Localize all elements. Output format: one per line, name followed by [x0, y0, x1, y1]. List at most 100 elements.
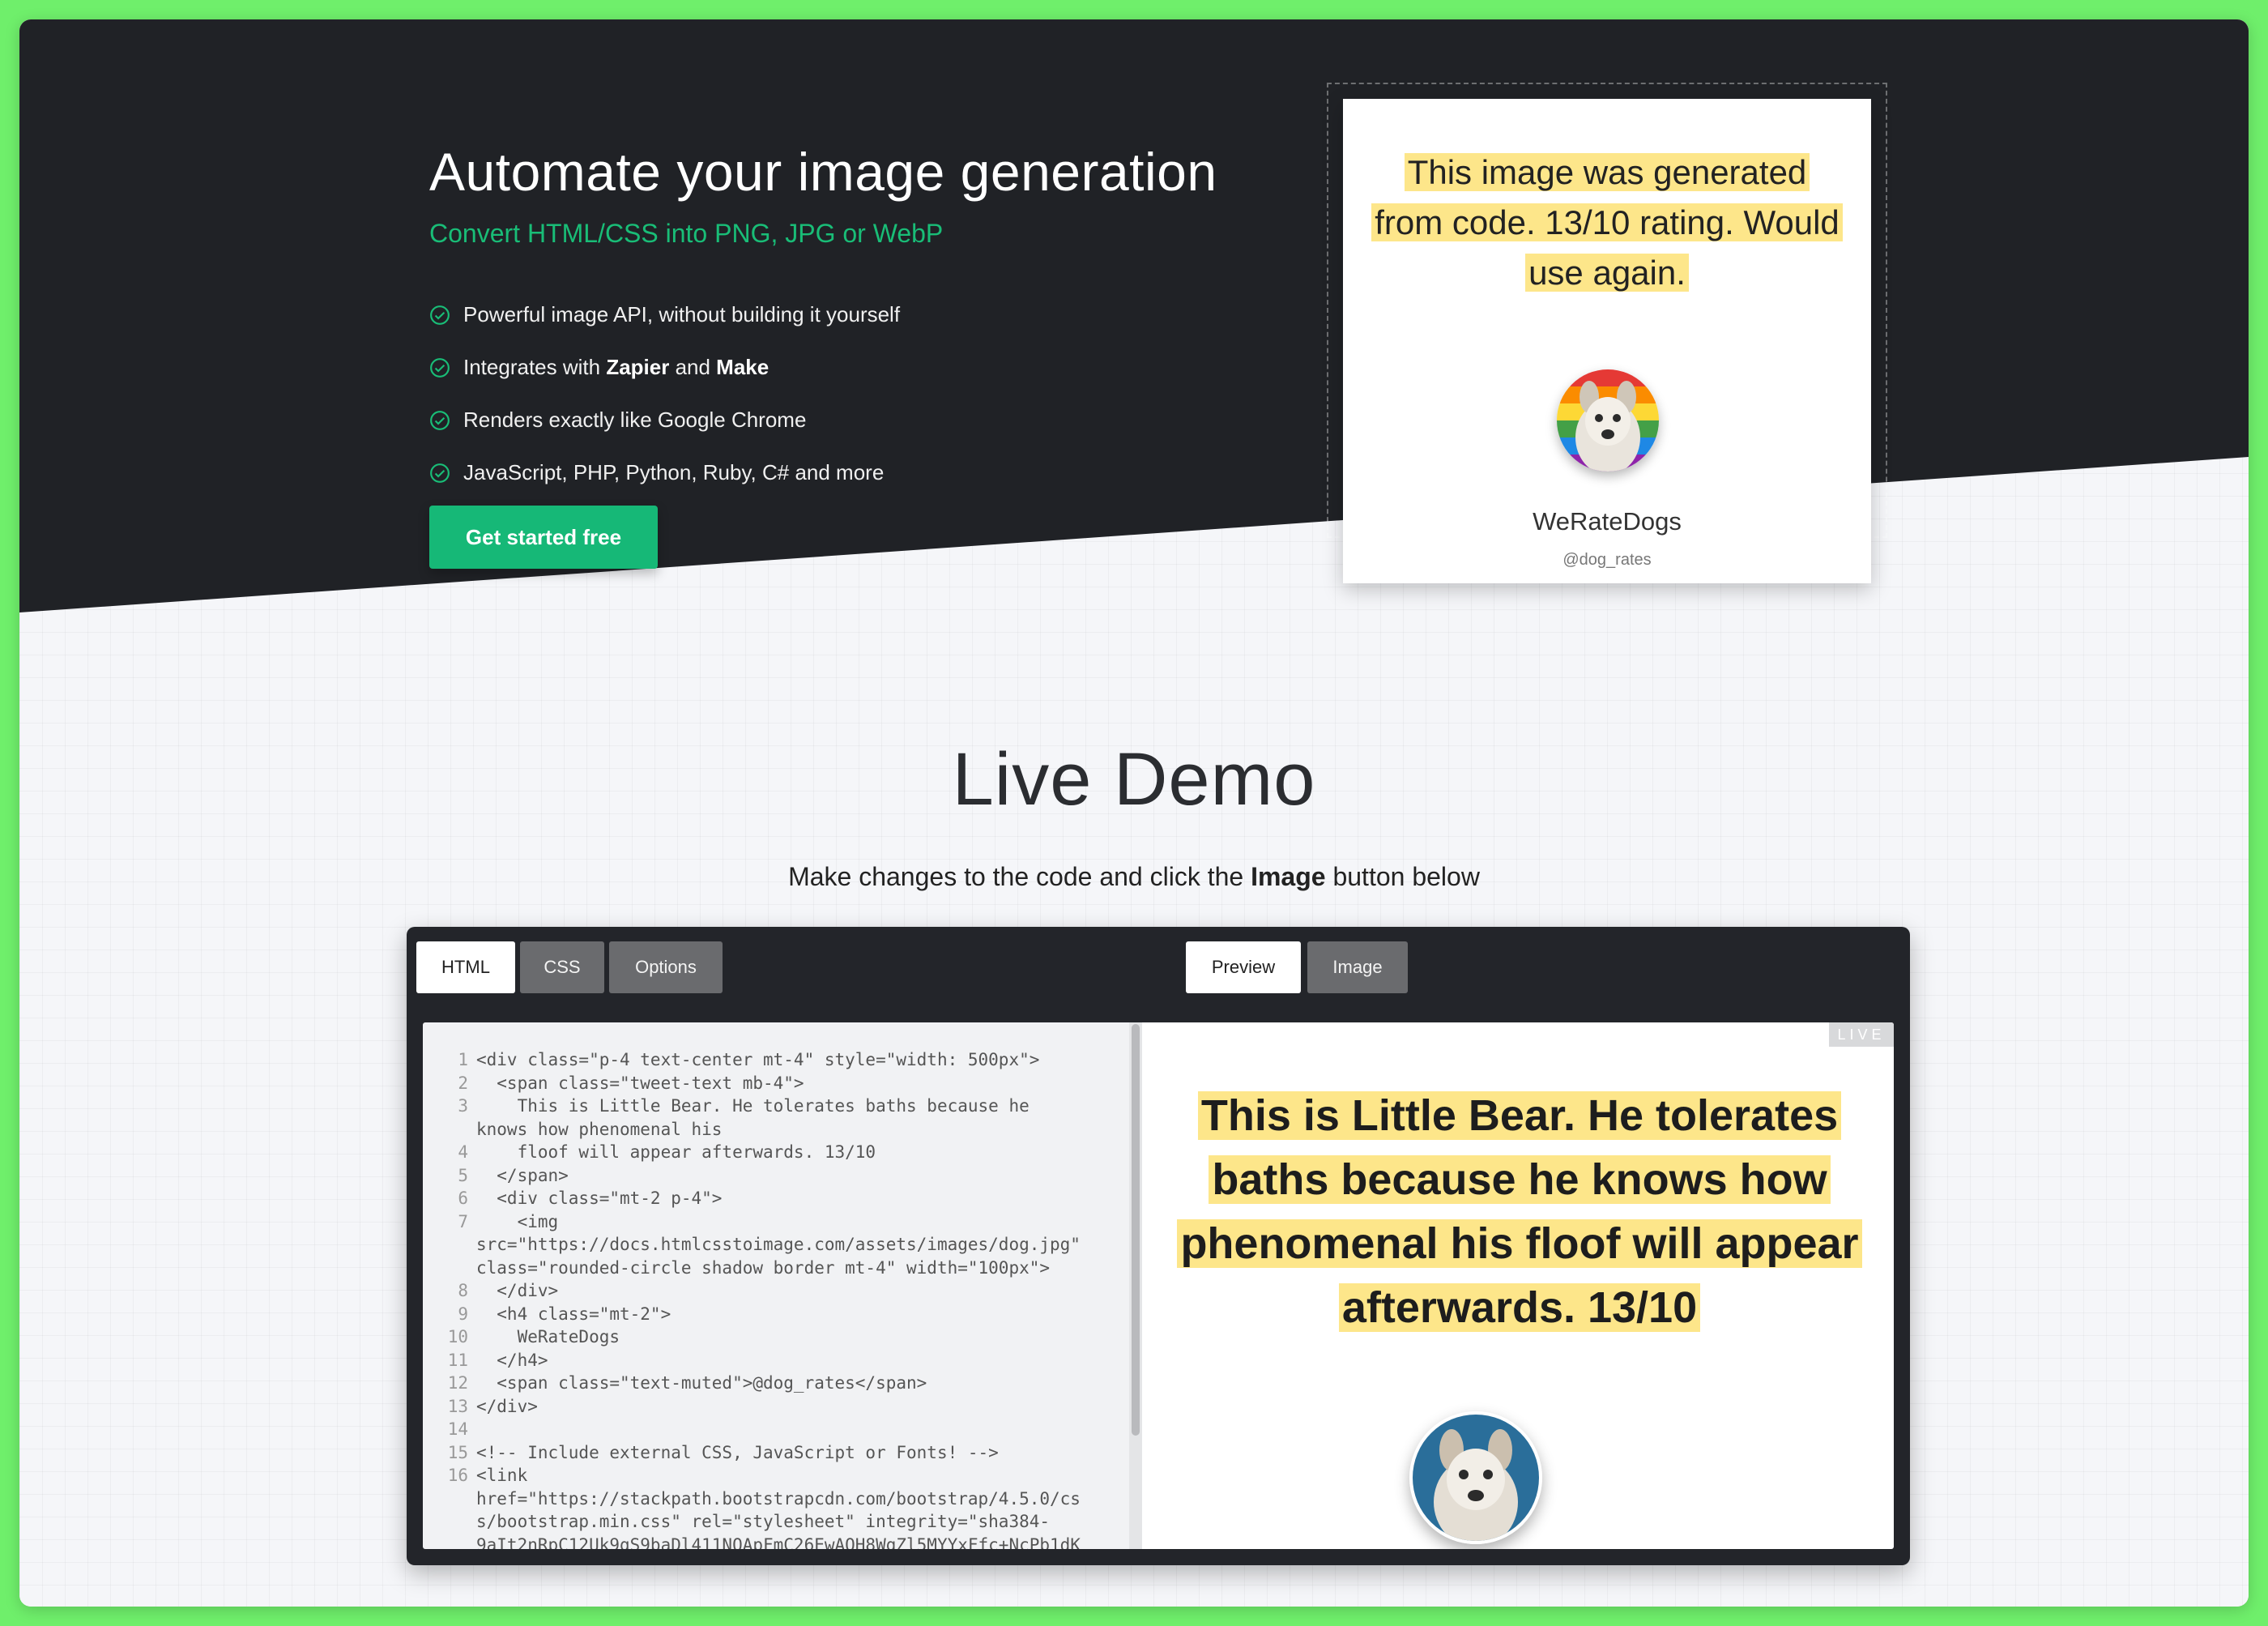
code-text: floof will appear afterwards. 13/10 [476, 1142, 876, 1162]
sample-quote: This image was generated from code. 13/1… [1367, 147, 1847, 298]
code-text: class="rounded-circle shadow border mt-4… [476, 1257, 1051, 1278]
code-text: <div class="mt-2 p-4"> [476, 1189, 723, 1208]
feature-text: Powerful image API, without building it … [463, 302, 901, 326]
preview-quote: This is Little Bear. He tolerates baths … [1174, 1084, 1865, 1340]
feature-text: Renders exactly like Google Chrome [463, 408, 807, 432]
line-number [423, 1118, 476, 1142]
code-line: knows how phenomenal his [423, 1118, 1145, 1142]
code-line: 1 <div class="p-4 text-center mt-4" style… [423, 1048, 1145, 1072]
code-line: 12 <span class="text-muted">@dog_rates</… [423, 1372, 1145, 1395]
code-text: This is Little Bear. He tolerates baths … [476, 1096, 1030, 1116]
code-line: 14 [423, 1418, 1145, 1441]
image-button[interactable]: Image [1307, 941, 1408, 993]
feature-item: Integrates with Zapier and Make [429, 341, 900, 394]
tab-css[interactable]: CSS [520, 941, 604, 993]
scrollbar-thumb[interactable] [1132, 1024, 1140, 1436]
dog-avatar [1409, 1411, 1542, 1544]
tab-preview[interactable]: Preview [1186, 941, 1301, 993]
code-line: 9aIt2nRpC12Uk9gS9baDl411NQApFmC26EwAOH8W… [423, 1534, 1145, 1550]
code-line: 7 <img [423, 1210, 1145, 1234]
line-number: 2 [458, 1073, 468, 1093]
zapier-label: Zapier [606, 355, 670, 379]
code-text: </h4> [476, 1350, 548, 1370]
code-text: knows how phenomenal his [476, 1119, 723, 1139]
code-line: 15 <!-- Include external CSS, JavaScript … [423, 1441, 1145, 1465]
check-circle-icon [430, 357, 450, 378]
code-text: WeRateDogs [476, 1327, 620, 1346]
live-preview: LIVE This is Little Bear. He tolerates b… [1142, 1022, 1894, 1549]
code-text: href="https://stackpath.bootstrapcdn.com… [476, 1488, 1081, 1509]
code-text: <!-- Include external CSS, JavaScript or… [476, 1442, 999, 1462]
code-text: <link [476, 1466, 528, 1485]
check-circle-icon [430, 410, 450, 430]
hero-subtitle: Convert HTML/CSS into PNG, JPG or WebP [429, 219, 944, 248]
code-line: 2 <span class="tweet-text mb-4"> [423, 1072, 1145, 1095]
line-number: 14 [447, 1419, 468, 1439]
line-number: 16 [447, 1466, 468, 1485]
dog-avatar-pride [1557, 369, 1659, 472]
code-line: 10 WeRateDogs [423, 1325, 1145, 1349]
make-label: Make [716, 355, 770, 379]
code-line: 3 This is Little Bear. He tolerates bath… [423, 1095, 1145, 1118]
line-number [423, 1534, 476, 1550]
tab-options[interactable]: Options [609, 941, 723, 993]
code-text: <img [476, 1211, 559, 1231]
line-number: 13 [447, 1396, 468, 1416]
line-number: 5 [458, 1165, 468, 1185]
hero-title: Automate your image generation [429, 142, 1217, 202]
feature-item: JavaScript, PHP, Python, Ruby, C# and mo… [429, 446, 900, 499]
code-text: </div> [476, 1396, 538, 1416]
code-line: 8 </div> [423, 1279, 1145, 1303]
line-number: 15 [447, 1442, 468, 1462]
page-frame: Automate your image generation Convert H… [19, 19, 2249, 1607]
live-demo-title: Live Demo [952, 738, 1316, 821]
line-number: 10 [447, 1327, 468, 1346]
sample-image-card: This image was generated from code. 13/1… [1343, 99, 1871, 583]
code-line: 6 <div class="mt-2 p-4"> [423, 1187, 1145, 1210]
feature-item: Powerful image API, without building it … [429, 288, 900, 341]
code-line: src="https://docs.htmlcsstoimage.com/ass… [423, 1233, 1145, 1257]
get-started-button[interactable]: Get started free [429, 506, 658, 569]
code-line: 16 <link [423, 1464, 1145, 1487]
line-number: 7 [458, 1211, 468, 1231]
sample-name: WeRateDogs [1533, 507, 1682, 536]
feature-list: Powerful image API, without building it … [429, 288, 900, 499]
tab-html[interactable]: HTML [416, 941, 515, 993]
code-text: s/bootstrap.min.css" rel="stylesheet" in… [476, 1512, 1051, 1531]
live-demo-instructions: Make changes to the code and click the I… [788, 862, 1480, 891]
line-number: 4 [458, 1142, 468, 1162]
line-number: 1 [458, 1050, 468, 1069]
check-circle-icon [430, 463, 450, 483]
code-line: 9 <h4 class="mt-2"> [423, 1303, 1145, 1326]
code-scrollbar[interactable] [1129, 1022, 1142, 1549]
check-circle-icon [430, 305, 450, 325]
code-line: s/bootstrap.min.css" rel="stylesheet" in… [423, 1510, 1145, 1534]
code-line: 11 </h4> [423, 1349, 1145, 1372]
line-number: 6 [458, 1189, 468, 1208]
code-editor: HTML CSS Options Preview Image 1 <div cla… [407, 927, 1910, 1565]
code-text: </span> [476, 1165, 569, 1185]
line-number [423, 1233, 476, 1257]
line-number: 9 [458, 1304, 468, 1324]
html-code-area[interactable]: 1 <div class="p-4 text-center mt-4" style… [423, 1022, 1145, 1549]
code-text: <h4 class="mt-2"> [476, 1304, 671, 1324]
code-lines: 1 <div class="p-4 text-center mt-4" style… [423, 1048, 1145, 1549]
code-line: 4 floof will appear afterwards. 13/10 [423, 1141, 1145, 1164]
code-line: 5 </span> [423, 1164, 1145, 1188]
feature-text: Integrates with Zapier and Make [463, 355, 770, 379]
line-number [423, 1510, 476, 1534]
feature-item: Renders exactly like Google Chrome [429, 394, 900, 446]
code-line: class="rounded-circle shadow border mt-4… [423, 1257, 1145, 1280]
line-number [423, 1487, 476, 1511]
line-number: 12 [447, 1373, 468, 1393]
line-number: 3 [458, 1096, 468, 1116]
code-line: href="https://stackpath.bootstrapcdn.com… [423, 1487, 1145, 1511]
code-text: src="https://docs.htmlcsstoimage.com/ass… [476, 1235, 1081, 1254]
feature-text: JavaScript, PHP, Python, Ruby, C# and mo… [463, 460, 885, 484]
code-text: </div> [476, 1281, 559, 1300]
code-line: 13 </div> [423, 1395, 1145, 1419]
code-text: <div class="p-4 text-center mt-4" style=… [476, 1050, 1040, 1069]
line-number: 8 [458, 1281, 468, 1300]
sample-handle: @dog_rates [1562, 551, 1652, 569]
code-text: <span class="tweet-text mb-4"> [476, 1073, 804, 1093]
